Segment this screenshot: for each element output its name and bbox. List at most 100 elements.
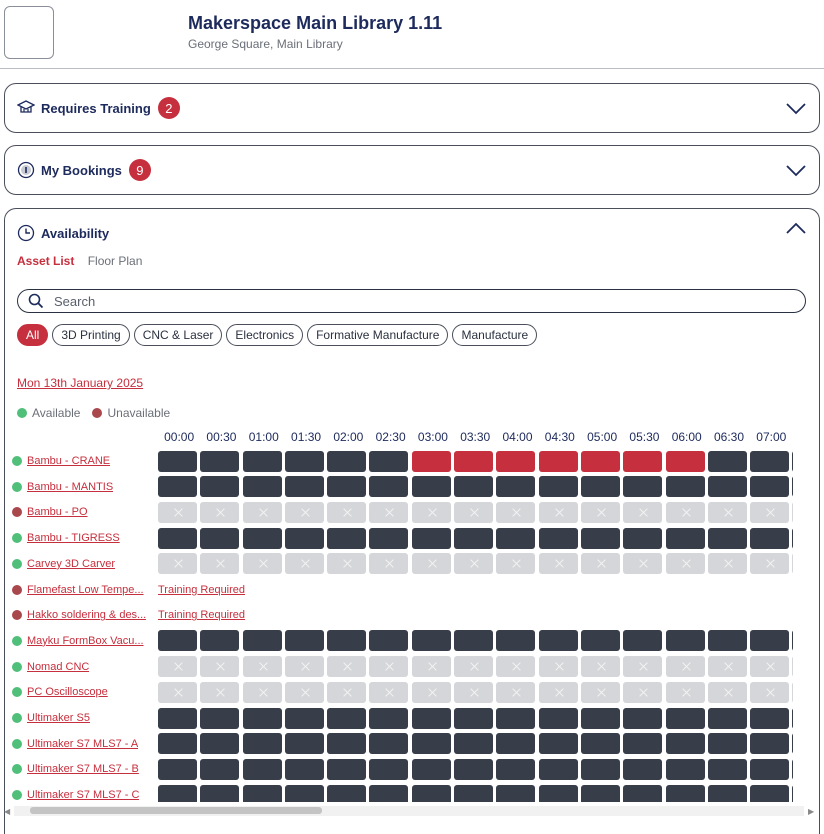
filter-cnc-laser[interactable]: CNC & Laser (133, 324, 223, 346)
slot-available[interactable] (496, 758, 536, 780)
tab-floor-plan[interactable]: Floor Plan (88, 254, 143, 268)
slot-available[interactable] (750, 527, 790, 549)
tab-asset-list[interactable]: Asset List (17, 254, 74, 268)
slot-available[interactable] (411, 476, 451, 498)
training-required-link[interactable]: Training Required (158, 609, 245, 621)
slot-available[interactable] (792, 476, 793, 498)
slot-available[interactable] (200, 527, 240, 549)
slot-available[interactable] (242, 630, 282, 652)
slot-available[interactable] (158, 476, 197, 498)
filter-all[interactable]: All (17, 324, 49, 346)
slot-available[interactable] (411, 733, 451, 755)
slot-available[interactable] (327, 527, 367, 549)
slot-available[interactable] (369, 784, 409, 802)
slot-available[interactable] (284, 527, 324, 549)
slot-available[interactable] (580, 758, 620, 780)
slot-available[interactable] (580, 733, 620, 755)
slot-available[interactable] (158, 630, 197, 652)
slot-available[interactable] (242, 476, 282, 498)
slot-available[interactable] (327, 758, 367, 780)
slot-available[interactable] (369, 476, 409, 498)
slot-available[interactable] (580, 476, 620, 498)
asset-link[interactable]: Mayku FormBox Vacu... (27, 635, 144, 647)
scrollbar-thumb[interactable] (30, 807, 322, 814)
slot-available[interactable] (158, 450, 197, 472)
asset-link[interactable]: Bambu - MANTIS (27, 481, 113, 493)
slot-available[interactable] (792, 450, 793, 472)
slot-available[interactable] (411, 527, 451, 549)
slot-available[interactable] (792, 784, 793, 802)
slot-available[interactable] (454, 630, 494, 652)
slot-available[interactable] (665, 758, 705, 780)
slot-available[interactable] (200, 476, 240, 498)
slot-booked[interactable] (454, 450, 494, 472)
slot-available[interactable] (496, 527, 536, 549)
slot-available[interactable] (665, 527, 705, 549)
slot-available[interactable] (580, 527, 620, 549)
slot-available[interactable] (200, 784, 240, 802)
slot-available[interactable] (284, 758, 324, 780)
filter-manufacture[interactable]: Manufacture (452, 324, 538, 346)
slot-available[interactable] (707, 450, 747, 472)
slot-available[interactable] (369, 758, 409, 780)
slot-available[interactable] (707, 784, 747, 802)
asset-link[interactable]: Bambu - TIGRESS (27, 532, 120, 544)
slot-available[interactable] (242, 707, 282, 729)
slot-available[interactable] (538, 527, 578, 549)
slot-available[interactable] (158, 758, 197, 780)
slot-available[interactable] (369, 527, 409, 549)
requires-training-panel[interactable]: Requires Training 2 (4, 83, 820, 133)
slot-available[interactable] (411, 630, 451, 652)
slot-available[interactable] (411, 707, 451, 729)
slot-available[interactable] (496, 707, 536, 729)
slot-available[interactable] (369, 630, 409, 652)
slot-available[interactable] (623, 527, 663, 549)
slot-available[interactable] (750, 707, 790, 729)
slot-available[interactable] (242, 527, 282, 549)
slot-available[interactable] (200, 733, 240, 755)
asset-link[interactable]: Ultimaker S7 MLS7 - A (27, 738, 138, 750)
slot-available[interactable] (327, 630, 367, 652)
slot-available[interactable] (454, 758, 494, 780)
slot-available[interactable] (158, 527, 197, 549)
slot-available[interactable] (327, 733, 367, 755)
slot-available[interactable] (538, 758, 578, 780)
slot-available[interactable] (623, 476, 663, 498)
slot-available[interactable] (623, 630, 663, 652)
slot-available[interactable] (623, 784, 663, 802)
asset-link[interactable]: Hakko soldering & des... (27, 609, 146, 621)
my-bookings-panel[interactable]: My Bookings 9 (4, 145, 820, 195)
slot-available[interactable] (496, 733, 536, 755)
slot-available[interactable] (538, 476, 578, 498)
slot-available[interactable] (284, 707, 324, 729)
slot-available[interactable] (665, 784, 705, 802)
slot-available[interactable] (538, 733, 578, 755)
slot-available[interactable] (538, 630, 578, 652)
slot-available[interactable] (496, 476, 536, 498)
slot-available[interactable] (707, 758, 747, 780)
slot-available[interactable] (665, 630, 705, 652)
chevron-down-icon[interactable] (785, 163, 807, 177)
search-box[interactable] (17, 289, 806, 313)
slot-available[interactable] (496, 630, 536, 652)
slot-available[interactable] (327, 476, 367, 498)
slot-available[interactable] (750, 476, 790, 498)
slot-available[interactable] (327, 784, 367, 802)
slot-available[interactable] (580, 630, 620, 652)
slot-available[interactable] (284, 784, 324, 802)
slot-available[interactable] (158, 733, 197, 755)
slot-available[interactable] (580, 707, 620, 729)
search-input[interactable] (52, 292, 756, 310)
filter-formative-manufacture[interactable]: Formative Manufacture (307, 324, 449, 346)
slot-booked[interactable] (538, 450, 578, 472)
asset-link[interactable]: Bambu - PO (27, 506, 88, 518)
slot-available[interactable] (707, 707, 747, 729)
slot-available[interactable] (158, 784, 197, 802)
asset-link[interactable]: Nomad CNC (27, 661, 89, 673)
slot-available[interactable] (200, 707, 240, 729)
slot-available[interactable] (792, 630, 793, 652)
slot-available[interactable] (665, 707, 705, 729)
slot-available[interactable] (200, 450, 240, 472)
slot-available[interactable] (707, 630, 747, 652)
asset-link[interactable]: Bambu - CRANE (27, 455, 110, 467)
